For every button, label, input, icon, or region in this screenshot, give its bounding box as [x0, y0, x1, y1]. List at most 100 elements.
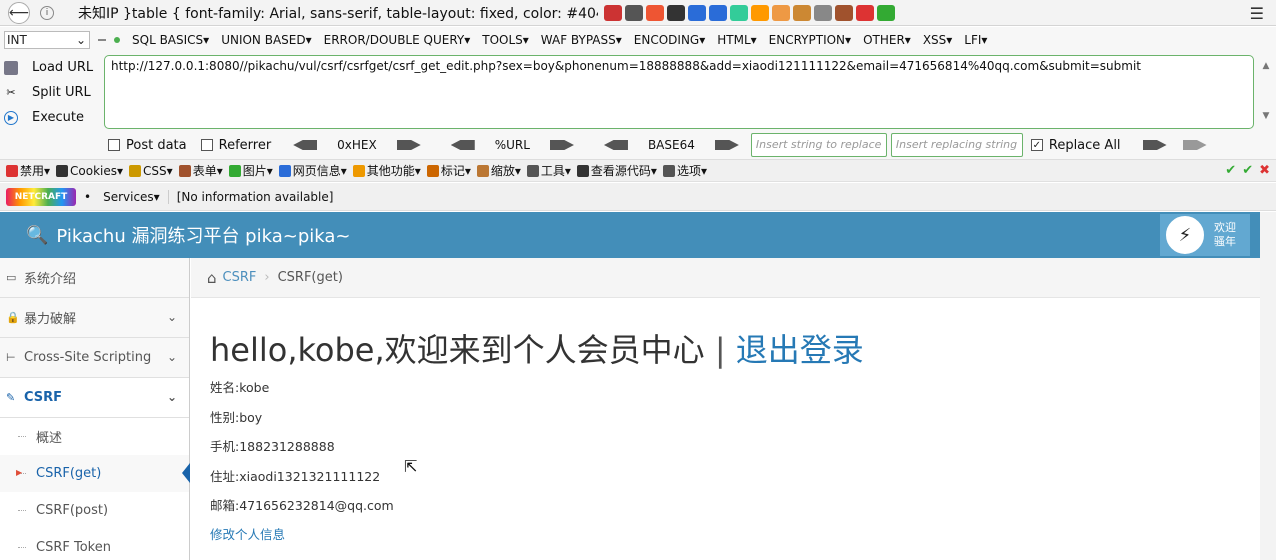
url-encode-right-icon[interactable] [549, 140, 574, 150]
url-scrollbar[interactable]: ▲ ▼ [1260, 61, 1272, 121]
home-icon[interactable]: ⌂ [207, 269, 217, 287]
toolbar-menu-item[interactable]: 缩放▾ [476, 162, 521, 179]
breadcrumb-link-csrf[interactable]: CSRF [223, 270, 257, 285]
toolbar-menu-item[interactable]: 选项▾ [662, 162, 707, 179]
extension-icon[interactable] [625, 4, 643, 21]
toolbar-menu-item[interactable]: 图片▾ [228, 162, 273, 179]
insert-replacing-string-input[interactable]: Insert replacing string [890, 133, 1023, 157]
extension-icon[interactable] [730, 4, 748, 21]
hackbar-menu-item[interactable]: ERROR/DOUBLE QUERY▾ [324, 33, 471, 47]
hackbar-menu-item[interactable]: XSS▾ [923, 33, 952, 47]
user-menu[interactable]: ⚡ 欢迎 骚年 [1160, 214, 1250, 256]
logout-link[interactable]: 退出登录 [736, 331, 864, 369]
chevron-down-icon: ⌄ [166, 390, 177, 404]
base64-left-icon[interactable] [603, 140, 628, 150]
edit-profile-link[interactable]: 修改个人信息 [210, 521, 1250, 549]
toolbar-item-icon [476, 164, 489, 177]
sidebar-subitem-overview[interactable]: 概述 [0, 418, 189, 455]
sidebar-subitem-csrf-token[interactable]: CSRF Token [0, 529, 189, 560]
url-textarea[interactable]: http://127.0.0.1:8080//pikachu/vul/csrf/… [104, 55, 1254, 129]
extension-icon[interactable] [646, 4, 664, 21]
hackbar-menu-row: INT ⌄ SQL BASICS▾ UNION BASED▾ ERROR/DOUBL… [0, 30, 1276, 50]
toolbar-menu-item[interactable]: 网页信息▾ [278, 162, 347, 179]
toolbar-menu-item[interactable]: 表单▾ [178, 162, 223, 179]
hackbar-menu-item[interactable]: TOOLS▾ [482, 33, 529, 47]
extension-icon[interactable] [835, 4, 853, 21]
extension-icon[interactable] [604, 4, 622, 21]
page-scrollbar[interactable] [1260, 212, 1276, 560]
hackbar-menu-item[interactable]: HTML▾ [717, 33, 756, 47]
replace-right-icon[interactable] [1142, 140, 1167, 150]
hamburger-icon[interactable]: ☰ [1250, 4, 1264, 23]
edit-icon: ✎ [6, 391, 16, 404]
toolbar-item-label: 选项▾ [676, 164, 707, 178]
base64-right-icon[interactable] [714, 140, 739, 150]
toolbar-menu-item[interactable]: 禁用▾ [6, 162, 50, 179]
netcraft-logo[interactable]: NETCRAFT [6, 187, 76, 206]
toolbar-menu-item[interactable]: 标记▾ [426, 162, 471, 179]
sidebar-subitem-csrf-get[interactable]: ▶ CSRF(get) [0, 455, 190, 492]
url-encode-left-icon[interactable] [450, 140, 475, 150]
toolbar-menu-item[interactable]: Cookies▾ [56, 162, 123, 179]
hackbar-menu-item[interactable]: ENCODING▾ [634, 33, 705, 47]
site-info-icon[interactable]: i [40, 5, 54, 20]
sidebar-item-csrf[interactable]: ✎ CSRF ⌄ [0, 378, 189, 418]
extension-icon[interactable] [667, 4, 685, 21]
netcraft-dropdown-icon[interactable]: • [84, 190, 91, 204]
referrer-label: Referrer [218, 137, 272, 153]
execute-icon: ▶ [4, 110, 18, 125]
load-url-button[interactable]: Load URL [4, 55, 100, 80]
sidebar-item-intro[interactable]: ▭ 系统介绍 [0, 258, 189, 298]
hex-encode-right-icon[interactable] [396, 140, 421, 150]
extension-icon[interactable] [709, 4, 727, 21]
execute-button[interactable]: ▶ Execute [4, 105, 100, 130]
toolbar-item-icon [352, 164, 365, 177]
insert-string-to-replace-input[interactable]: Insert string to replace [750, 133, 887, 157]
toolbar-item-icon [526, 164, 539, 177]
split-url-button[interactable]: ✂ Split URL [4, 80, 100, 105]
extension-icon[interactable] [751, 4, 769, 21]
extension-icon[interactable] [772, 4, 790, 21]
toolbar-menu-item[interactable]: 其他功能▾ [352, 162, 421, 179]
toolbar-item-icon [278, 164, 291, 177]
field-name: 姓名:kobe [210, 380, 270, 395]
back-button[interactable]: ⟵ [8, 1, 30, 24]
hackbar-menu-item[interactable]: UNION BASED▾ [221, 33, 311, 47]
sidebar-item-xss[interactable]: ⊢ Cross-Site Scripting ⌄ [0, 338, 189, 378]
page-title: hello,kobe,欢迎来到个人会员中心 | 退出登录 [210, 325, 1250, 371]
hackbar-menu-item[interactable]: OTHER▾ [863, 33, 911, 47]
toolbar-item-icon [576, 164, 589, 177]
extension-icon[interactable] [814, 4, 832, 21]
toolbar-item-icon [662, 164, 675, 177]
scroll-up-icon: ▲ [1262, 61, 1270, 71]
replace-all-checkbox[interactable]: ✓ [1030, 139, 1043, 151]
toolbar-item-label: 表单▾ [192, 164, 223, 178]
toolbar-menu-item[interactable]: 查看源代码▾ [576, 162, 657, 179]
check-icon: ✔ [1242, 163, 1254, 178]
brand-title[interactable]: Pikachu 漏洞练习平台 pika~pika~ [56, 222, 350, 248]
sidebar-subitem-label: CSRF(post) [36, 503, 109, 518]
sidebar-subitem-csrf-post[interactable]: CSRF(post) [0, 492, 189, 529]
sidebar-item-bruteforce[interactable]: 🔒 暴力破解 ⌄ [0, 298, 189, 338]
toolbar-menu-item[interactable]: 工具▾ [526, 162, 571, 179]
hackbar-menu-item[interactable]: ENCRYPTION▾ [769, 33, 851, 47]
toolbar-menu-item[interactable]: CSS▾ [129, 162, 173, 179]
hackbar-type-select[interactable]: INT ⌄ [4, 31, 90, 49]
page-header: 🔍 Pikachu 漏洞练习平台 pika~pika~ ⚡ 欢迎 骚年 [0, 212, 1276, 258]
extension-icon[interactable] [856, 4, 874, 21]
services-menu[interactable]: Services▾ [103, 190, 160, 204]
hackbar-menu-item[interactable]: LFI▾ [964, 33, 987, 47]
extension-icon[interactable] [793, 4, 811, 21]
toolbar-item-label: 网页信息▾ [292, 164, 347, 178]
hackbar-menu-item[interactable]: WAF BYPASS▾ [541, 33, 622, 47]
post-data-checkbox[interactable] [108, 139, 120, 151]
hackbar-menu-item[interactable]: SQL BASICS▾ [132, 33, 209, 47]
replace-outline-icon[interactable] [1182, 140, 1207, 150]
chevron-down-icon: ⌄ [166, 310, 177, 324]
hex-encode-left-icon[interactable] [293, 140, 318, 150]
page-tab-title: 未知IP }table { font-family: Arial, sans-s… [78, 5, 598, 22]
url-encode-label: %URL [494, 138, 530, 152]
referrer-checkbox[interactable] [200, 139, 213, 151]
extension-icon[interactable] [688, 4, 706, 21]
extension-icon[interactable] [877, 4, 895, 21]
